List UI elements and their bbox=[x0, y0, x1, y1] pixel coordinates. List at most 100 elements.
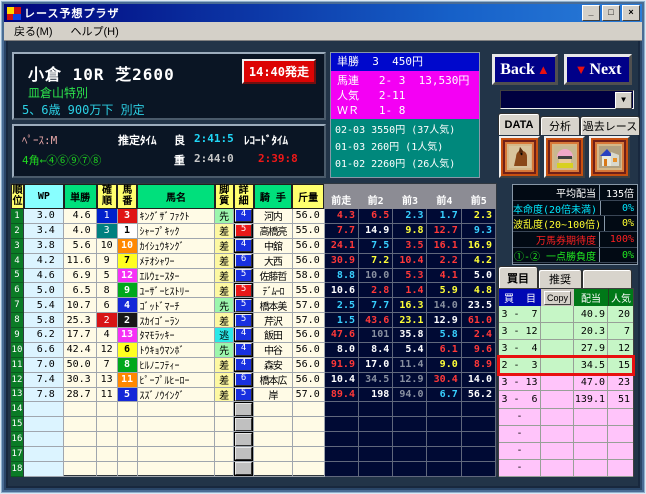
maximize-button[interactable]: □ bbox=[602, 5, 620, 21]
horse-row[interactable]: 11 7.0 50.0 7 8 ﾋﾙﾉﾆﾌﾃｨｰ差 4 森安 56.0 91.9 17.0 11.4 9… bbox=[11, 357, 496, 373]
jockey-data-button[interactable] bbox=[544, 136, 585, 178]
horse-row[interactable]: 2 3.4 4.0 3 1 ｼｬｰﾌﾟｷｯｸ差 5 高橋亮 55.0 7.7 14.9 9.8 12.7… bbox=[11, 223, 496, 239]
tab-past-races[interactable]: 過去レース bbox=[580, 116, 640, 135]
detail-button[interactable]: 5 bbox=[235, 313, 253, 327]
tab-suisho[interactable]: 推奨 bbox=[538, 269, 582, 288]
cell-win-odds: 50.0 bbox=[63, 357, 97, 373]
horse-table: 順位 WP 単勝 確順 馬番 馬名 脚質 詳細 騎 手 斤量 前走 前2 前3 前4 前… bbox=[10, 183, 497, 477]
detail-button[interactable] bbox=[235, 402, 253, 416]
tab-data[interactable]: DATA bbox=[498, 113, 540, 135]
detail-button[interactable]: 5 bbox=[235, 283, 253, 297]
cell-kaime: - bbox=[499, 442, 541, 460]
detail-button[interactable]: 4 bbox=[235, 343, 253, 357]
horse-row[interactable]: 18 bbox=[11, 461, 496, 477]
bet-row[interactable]: 3 - 7 40.9 20 bbox=[499, 306, 633, 324]
bet-row[interactable]: 3 - 4 27.9 12 bbox=[499, 340, 633, 358]
horse-row[interactable]: 16 bbox=[11, 432, 496, 447]
horse-row[interactable]: 10 6.6 42.4 12 6 ﾄｳｷｮｳﾏﾝﾎﾞ先 4 中谷 56.0 8.0 8.4 5.4 6.… bbox=[11, 342, 496, 358]
horse-row[interactable]: 3 3.8 5.6 10 10 ｶｲｼｭｳｷﾝｸﾞ差 4 中舘 56.0 24.1 7.5 3.5 16… bbox=[11, 238, 496, 254]
cell-horse-name: ｼｬｰﾌﾟｷｯｸ bbox=[137, 223, 216, 239]
cell-running-style: 先 bbox=[215, 342, 235, 358]
cell-prev-5: 5.0 bbox=[461, 268, 496, 284]
bet-table: 買 目 Copy 配当 人気 3 - 7 40.9 20 3 - 12 20.3 7 3 -… bbox=[497, 288, 635, 477]
detail-button[interactable] bbox=[235, 417, 253, 431]
horse-row[interactable]: 7 5.4 10.7 6 4 ｺﾞｯﾄﾞﾏｰﾁ先 5 橋本美 57.0 2.5 7.7 16.3 14.… bbox=[11, 298, 496, 314]
cell-prev-2: 43.6 bbox=[358, 313, 394, 328]
minimize-button[interactable]: _ bbox=[582, 5, 600, 21]
header-jockey: 騎 手 bbox=[253, 184, 293, 209]
popularity-pair: 人気 2-11 bbox=[337, 89, 406, 102]
copy-cell: Copy bbox=[541, 289, 574, 306]
detail-button[interactable] bbox=[235, 462, 253, 476]
cell-detail: 4 bbox=[234, 342, 255, 358]
detail-button[interactable] bbox=[235, 447, 253, 461]
bet-row[interactable]: - bbox=[499, 459, 633, 477]
horse-row[interactable]: 13 7.8 28.7 11 5 ｽｽﾞﾉｳｲﾝｸﾞ差 5 岸 57.0 89.4 198 94.0 6… bbox=[11, 387, 496, 403]
next-button[interactable]: ▼ Next bbox=[564, 54, 632, 85]
detail-button[interactable]: 4 bbox=[235, 209, 253, 223]
stable-data-button[interactable] bbox=[589, 136, 630, 178]
cell-wp bbox=[23, 417, 64, 433]
detail-button[interactable]: 4 bbox=[235, 328, 253, 342]
horse-row[interactable]: 5 4.6 6.9 5 12 ｴﾙｳｪｰｽﾀｰ差 5 佐藤哲 58.0 8.8 10.0 5.3 4.1… bbox=[11, 268, 496, 284]
cell-horse-name: ｽｽﾞﾉｳｲﾝｸﾞ bbox=[137, 387, 216, 403]
menu-back[interactable]: 戻る(M) bbox=[12, 22, 55, 40]
stat-label: ①-② 一点勝負度 bbox=[513, 251, 596, 263]
horse-row[interactable]: 9 6.2 17.7 4 13 ﾀﾏﾓﾗｯｷｰ逃 4 飯田 56.0 47.6 101 35.8 5.8… bbox=[11, 328, 496, 343]
cell-prev-2: 17.0 bbox=[358, 357, 394, 373]
detail-button[interactable]: 5 bbox=[235, 298, 253, 312]
bet-row[interactable]: - bbox=[499, 425, 633, 443]
cell-prev-4: 6.7 bbox=[427, 387, 462, 403]
detail-button[interactable]: 5 bbox=[235, 268, 253, 282]
horse-row[interactable]: 17 bbox=[11, 447, 496, 462]
detail-button[interactable]: 6 bbox=[235, 254, 253, 268]
detail-button[interactable]: 4 bbox=[235, 358, 253, 372]
horse-row[interactable]: 1 3.0 4.6 1 3 ｷﾝｸﾞｻﾞﾌｧｸﾄ先 4 河内 56.0 4.3 6.5 2.3 1.7 2… bbox=[11, 209, 496, 224]
close-button[interactable]: × bbox=[622, 5, 640, 21]
tab-blank bbox=[582, 269, 632, 288]
horse-row[interactable]: 8 5.8 25.3 2 2 ｽｶｲｺﾞｰﾗﾝ差 5 芹沢 57.0 1.5 43.6 23.1 12.… bbox=[11, 313, 496, 328]
cell-win-odds: 10.7 bbox=[63, 298, 97, 314]
cell-prev-5: 16.9 bbox=[461, 238, 496, 254]
horse-row[interactable]: 6 5.0 6.5 8 9 ﾕｰｻﾞｰﾋｽﾄﾘｰ差 5 ﾃﾞﾑｰﾛ 55.0 10.6 2.8 1.4… bbox=[11, 283, 496, 299]
tab-kaime[interactable]: 買目 bbox=[498, 266, 538, 288]
pace-panel: ﾍﾟｰｽ:M 推定ﾀｲﾑ 良 2:41:5 ﾚｺｰﾄﾞﾀｲﾑ 4角←④⑥⑨⑦⑧ … bbox=[12, 124, 326, 178]
bet-row[interactable]: 3 - 12 20.3 7 bbox=[499, 323, 633, 341]
horse-row[interactable]: 12 7.4 30.3 13 11 ﾋﾟｰﾌﾟﾙﾋｰﾛｰ差 6 橋本広 56.0 10.4 34.5… bbox=[11, 372, 496, 388]
menu-help[interactable]: ヘルプ(H) bbox=[69, 22, 121, 40]
horse-data-button[interactable] bbox=[499, 136, 540, 178]
bet-row[interactable]: - bbox=[499, 408, 633, 426]
copy-button[interactable]: Copy bbox=[543, 290, 571, 305]
cell-rank: 15 bbox=[11, 417, 24, 433]
bet-row[interactable]: - bbox=[499, 442, 633, 460]
bet-row[interactable]: 3 - 6 139.1 51 bbox=[499, 391, 633, 409]
horse-row[interactable]: 14 bbox=[11, 402, 496, 418]
detail-button[interactable]: 6 bbox=[235, 373, 253, 387]
cell-kakujun bbox=[96, 461, 118, 477]
cell-kaime: 3 - 4 bbox=[499, 340, 541, 358]
cell-win-odds: 28.7 bbox=[63, 387, 97, 403]
cell-horse-number: 12 bbox=[117, 268, 138, 284]
race-select-combobox[interactable]: ▼ bbox=[500, 90, 634, 109]
detail-button[interactable]: 5 bbox=[235, 387, 253, 401]
good-track-label: 良 bbox=[174, 134, 185, 147]
header-rank: 順位 bbox=[11, 184, 24, 209]
cell-kaime: 2 - 3 bbox=[499, 357, 541, 375]
bet-row-highlighted[interactable]: 2 - 3 34.5 15 bbox=[497, 355, 635, 377]
detail-button[interactable] bbox=[235, 432, 253, 446]
cell-rank: 7 bbox=[11, 298, 24, 314]
cell-weight: 55.0 bbox=[292, 283, 325, 299]
horse-row[interactable]: 15 bbox=[11, 417, 496, 433]
detail-button[interactable]: 5 bbox=[235, 224, 253, 238]
cell-copy bbox=[541, 357, 574, 375]
horse-row[interactable]: 4 4.2 11.6 9 7 ﾒﾃｵｼｬﾜｰ差 6 大西 56.0 30.9 7.2 10.4 2.2 4… bbox=[11, 253, 496, 269]
detail-button[interactable]: 4 bbox=[235, 239, 253, 253]
stat-label: 本命度(20倍未満) bbox=[513, 204, 598, 216]
combobox-arrow-icon[interactable]: ▼ bbox=[615, 92, 632, 109]
bet-row[interactable]: 3 - 13 47.0 23 bbox=[499, 374, 633, 392]
back-button[interactable]: Back ▲ bbox=[492, 54, 558, 85]
tab-analysis[interactable]: 分析 bbox=[540, 116, 580, 135]
stat-value: 0% bbox=[600, 200, 637, 216]
horse-icon bbox=[508, 146, 531, 168]
cell-prev-1: 2.5 bbox=[324, 298, 359, 314]
